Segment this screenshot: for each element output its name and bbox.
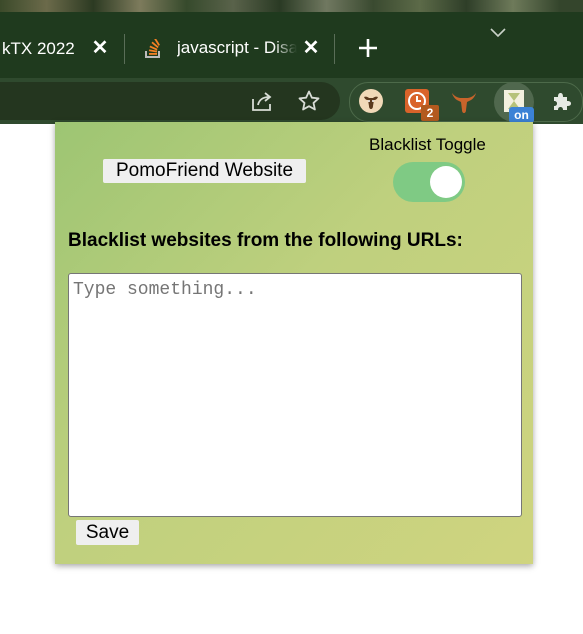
- cow-extension-icon[interactable]: [358, 88, 384, 114]
- longhorn-extension-icon[interactable]: [451, 88, 477, 114]
- blacklist-toggle-label: Blacklist Toggle: [369, 135, 486, 154]
- tab-title: javascript - Disable: [177, 38, 297, 57]
- background-photo-strip: [0, 0, 583, 12]
- tab-javascript[interactable]: javascript - Disable ✕: [126, 20, 334, 78]
- puzzle-icon[interactable]: [551, 90, 573, 112]
- pomofriend-popup: PomoFriend Website Blacklist Toggle Blac…: [55, 122, 533, 564]
- stackoverflow-icon: [145, 39, 160, 58]
- star-icon[interactable]: [297, 89, 321, 113]
- new-tab-button[interactable]: [356, 36, 380, 60]
- address-bar[interactable]: [0, 82, 340, 120]
- share-icon[interactable]: [250, 90, 274, 112]
- close-icon[interactable]: ✕: [300, 37, 322, 59]
- chevron-down-icon[interactable]: [488, 26, 508, 40]
- save-button[interactable]: Save: [76, 520, 139, 545]
- blacklist-urls-textarea[interactable]: [68, 273, 522, 517]
- blacklist-toggle[interactable]: [393, 162, 465, 202]
- tab-divider: [334, 34, 335, 64]
- pomofriend-website-button[interactable]: PomoFriend Website: [103, 159, 306, 183]
- badge-count: 2: [421, 105, 439, 121]
- close-icon[interactable]: ✕: [89, 37, 111, 59]
- toggle-knob[interactable]: [430, 166, 462, 198]
- blacklist-heading: Blacklist websites from the following UR…: [68, 230, 463, 251]
- tab-title: kTX 2022: [2, 39, 75, 58]
- badge-on: on: [509, 107, 534, 123]
- tab-strip: kTX 2022 ✕ javascript - Disable ✕: [0, 0, 583, 78]
- tab-divider: [124, 34, 125, 64]
- tab-ktx-2022[interactable]: kTX 2022 ✕: [0, 20, 122, 78]
